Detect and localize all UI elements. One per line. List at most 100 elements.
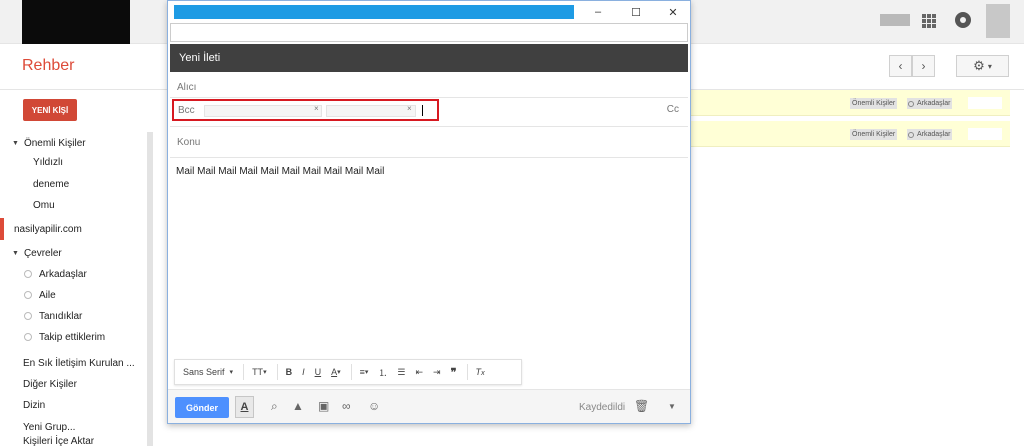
- sidebar-item-label: Dizin: [23, 399, 46, 411]
- sidebar-item-label: Yıldızlı: [33, 156, 64, 168]
- pager: ‹ ›: [889, 55, 935, 77]
- sidebar-item-label: nasilyapilir.com: [14, 223, 82, 235]
- sidebar-item-following[interactable]: Takip ettiklerim: [24, 328, 105, 346]
- cc-link[interactable]: Cc: [667, 104, 679, 115]
- italic-icon[interactable]: I: [302, 367, 305, 377]
- minimize-button[interactable]: –: [583, 3, 613, 21]
- sidebar-item-starred[interactable]: Yıldızlı: [33, 153, 63, 171]
- sidebar-item-label: Omu: [33, 199, 55, 211]
- table-row[interactable]: Önemli Kişiler Arkadaşlar: [690, 90, 1010, 116]
- circle-icon: [908, 131, 914, 138]
- bold-icon[interactable]: B: [286, 367, 293, 377]
- sidebar-item-acquaintances[interactable]: Tanıdıklar: [24, 307, 82, 325]
- font-select[interactable]: Sans Serif ▾: [183, 367, 233, 377]
- sidebar-item-label: deneme: [33, 178, 70, 190]
- sidebar-item-family[interactable]: Aile: [24, 286, 56, 304]
- remove-chip-icon[interactable]: ×: [407, 104, 412, 113]
- triangle-down-icon: ▼: [12, 139, 19, 147]
- window-address-field[interactable]: [170, 23, 688, 42]
- divider: [170, 97, 688, 98]
- text-cursor: [422, 105, 423, 116]
- sidebar-item-label: Tanıdıklar: [39, 310, 83, 322]
- clear-formatting-icon[interactable]: Tx: [476, 367, 485, 377]
- row-field: [968, 97, 1002, 109]
- underline-icon[interactable]: U: [315, 367, 322, 377]
- chevron-down-icon: ▾: [229, 369, 234, 376]
- bcc-label: Bcc: [178, 105, 195, 116]
- sidebar-item-domain[interactable]: nasilyapilir.com: [14, 220, 82, 238]
- to-label[interactable]: Alıcı: [177, 82, 196, 93]
- account-bar[interactable]: [880, 14, 910, 26]
- numbered-list-icon[interactable]: ⒈: [378, 366, 387, 379]
- divider: [276, 364, 278, 380]
- sidebar-item-omu[interactable]: Omu: [33, 196, 55, 214]
- saved-status: Kaydedildi: [579, 402, 626, 413]
- settings-button[interactable]: ⚙ ▾: [956, 55, 1009, 77]
- drive-icon[interactable]: ▲: [292, 399, 304, 413]
- subject-field[interactable]: Konu: [177, 137, 200, 148]
- font-size-icon[interactable]: TT ▾: [252, 367, 267, 377]
- attach-icon[interactable]: ⌕: [271, 399, 278, 414]
- avatar[interactable]: [986, 4, 1010, 38]
- logo-image: [22, 0, 130, 44]
- sidebar-item-frequent[interactable]: En Sık İletişim Kurulan ...: [23, 354, 135, 372]
- emoji-icon[interactable]: ☺: [368, 399, 380, 413]
- next-button[interactable]: ›: [912, 55, 935, 77]
- sidebar-item-label: Çevreler: [23, 247, 62, 259]
- circle-icon: [24, 291, 32, 299]
- sidebar-item-other[interactable]: Diğer Kişiler: [23, 375, 77, 393]
- send-button[interactable]: Gönder: [175, 397, 229, 418]
- group-tag: Önemli Kişiler: [850, 129, 898, 140]
- photo-icon[interactable]: ▣: [318, 399, 329, 413]
- sidebar-item-friends[interactable]: Arkadaşlar: [24, 265, 87, 283]
- sidebar-item-directory[interactable]: Dizin: [23, 396, 45, 414]
- new-contact-button[interactable]: YENİ KİŞİ: [23, 99, 77, 121]
- text-color-icon[interactable]: A ▾: [331, 367, 341, 377]
- sidebar-item-label: Takip ettiklerim: [39, 331, 106, 343]
- more-options-icon[interactable]: ▼: [668, 402, 676, 411]
- sidebar-item-circles[interactable]: ▼ Çevreler: [12, 244, 62, 262]
- chevron-down-icon: ▾: [987, 61, 992, 71]
- maximize-button[interactable]: ☐: [621, 3, 651, 21]
- align-icon[interactable]: ≡ ▾: [360, 367, 369, 377]
- page-title: Rehber: [22, 57, 75, 74]
- sidebar-item-label: Kişileri İçe Aktar: [23, 435, 95, 446]
- quote-icon[interactable]: ❞: [451, 366, 457, 379]
- sidebar-scrollbar[interactable]: [147, 132, 153, 446]
- table-row[interactable]: Önemli Kişiler Arkadaşlar: [690, 121, 1010, 147]
- indent-more-icon[interactable]: ⇥: [433, 367, 441, 378]
- circle-icon: [24, 312, 32, 320]
- circle-icon: [24, 270, 32, 278]
- indent-less-icon[interactable]: ⇤: [416, 367, 424, 378]
- link-icon[interactable]: ∞: [342, 399, 351, 413]
- divider: [350, 364, 352, 380]
- trash-icon[interactable]: 🗑: [634, 399, 649, 413]
- bcc-field[interactable]: Bcc × ×: [172, 99, 439, 121]
- sidebar-item-important[interactable]: ▼ Önemli Kişiler: [12, 134, 86, 152]
- recipient-chip[interactable]: [326, 105, 416, 117]
- sidebar-item-label: Önemli Kişiler: [23, 137, 86, 149]
- formatting-options-icon[interactable]: A: [235, 396, 254, 418]
- remove-chip-icon[interactable]: ×: [314, 104, 319, 113]
- circle-tag-label: Arkadaşlar: [917, 100, 951, 107]
- compose-title: Yeni İleti: [170, 44, 688, 72]
- prev-button[interactable]: ‹: [889, 55, 912, 77]
- sidebar-item-import[interactable]: Kişileri İçe Aktar: [23, 432, 94, 446]
- notifications-icon[interactable]: [955, 12, 971, 28]
- sidebar-item-label: Yeni Grup...: [23, 421, 76, 433]
- window-titlebar: – ☐ ✕: [168, 1, 690, 23]
- window-url-bar: [174, 5, 574, 19]
- group-tag: Önemli Kişiler: [850, 98, 898, 109]
- circle-tag: Arkadaşlar: [907, 98, 953, 109]
- close-button[interactable]: ✕: [658, 3, 688, 21]
- sidebar-item-deneme[interactable]: deneme: [33, 175, 69, 193]
- maximize-icon: ☐: [631, 6, 641, 19]
- gear-icon: ⚙: [973, 58, 985, 73]
- compose-window: – ☐ ✕ Yeni İleti Alıcı Bcc × × Cc Konu M…: [167, 0, 691, 424]
- apps-grid-icon[interactable]: [922, 14, 936, 28]
- recipient-chip[interactable]: [204, 105, 322, 117]
- formatting-toolbar: Sans Serif ▾ TT ▾ B I U A ▾ ≡ ▾ ⒈ ☰ ⇤ ⇥ ❞ T…: [174, 359, 522, 385]
- message-body[interactable]: Mail Mail Mail Mail Mail Mail Mail Mail …: [176, 166, 384, 177]
- bulleted-list-icon[interactable]: ☰: [397, 367, 405, 378]
- sidebar-item-label: Arkadaşlar: [39, 268, 87, 280]
